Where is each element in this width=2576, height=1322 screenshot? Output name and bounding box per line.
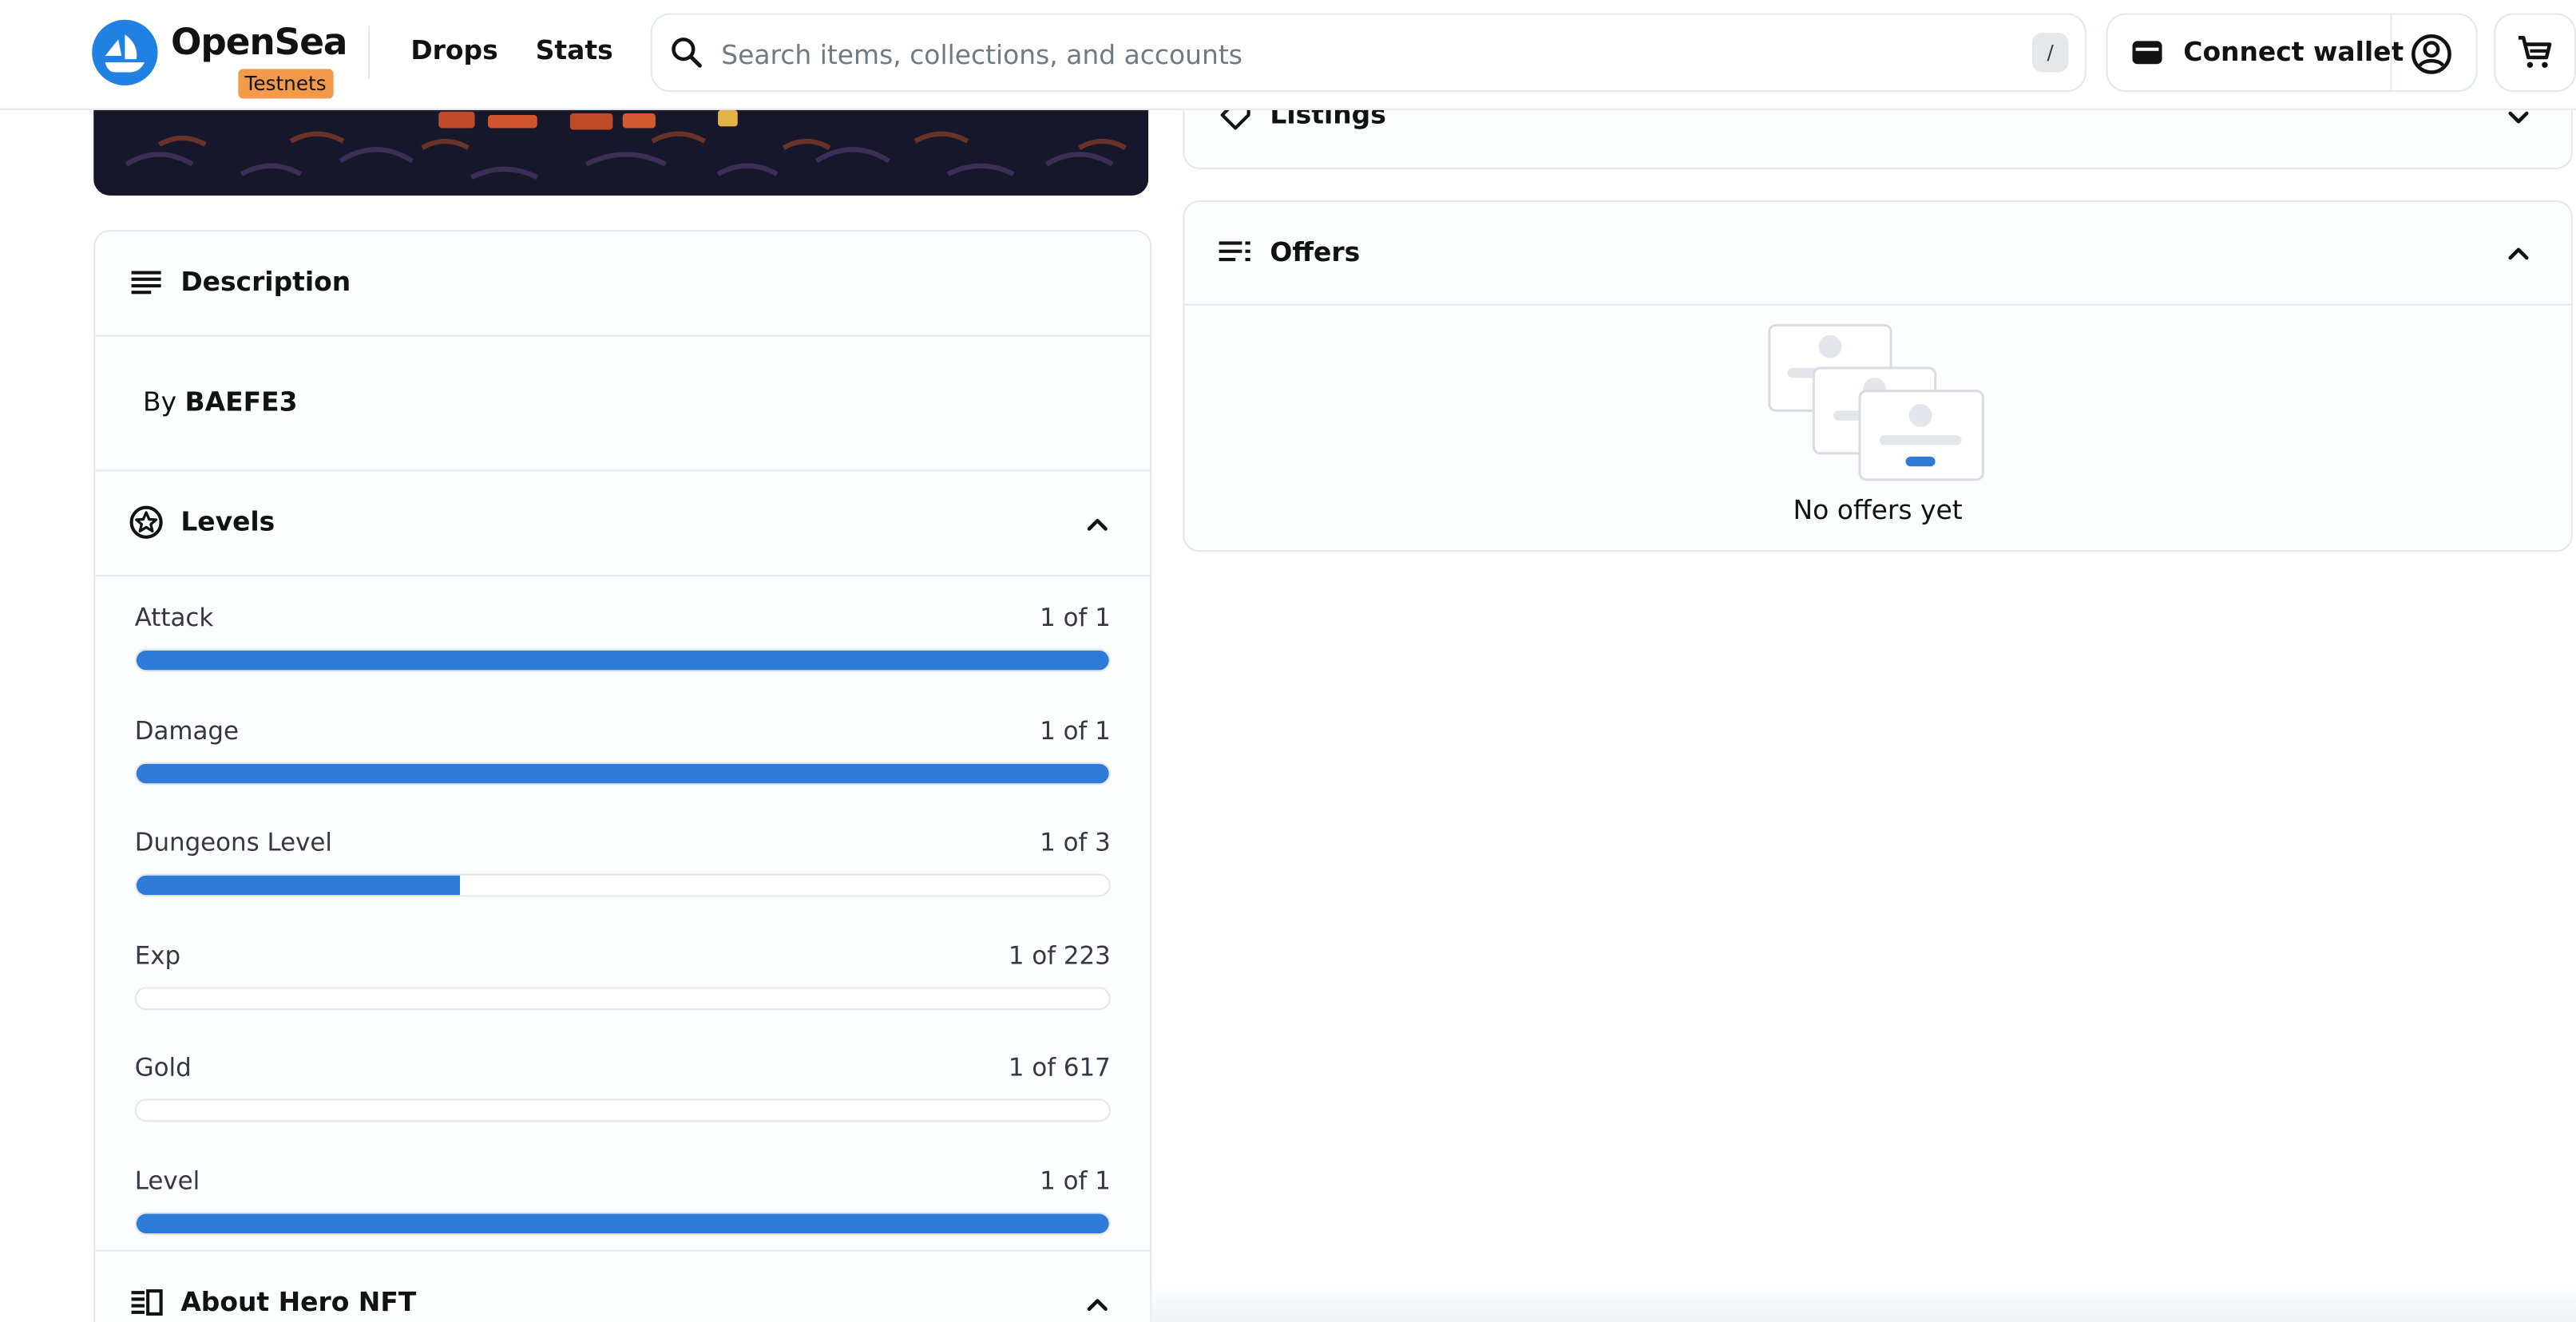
level-value: 1 of 3 [1040,827,1111,857]
search-input[interactable] [718,31,2007,77]
creator-link[interactable]: BAEFE3 [185,386,298,417]
level-bar [134,873,1111,897]
level-bar-fill [136,763,1109,784]
opensea-boat-icon [105,34,145,73]
about-title: About Hero NFT [180,1285,417,1318]
levels-title: Levels [180,505,275,537]
level-name: Attack [134,603,214,633]
level-value: 1 of 223 [1008,940,1111,971]
star-circle-icon [129,505,163,539]
account-circle-icon[interactable] [2410,33,2452,75]
level-bar-fill [136,1213,1109,1234]
level-value: 1 of 617 [1008,1052,1111,1083]
search-bar[interactable]: / [650,13,2087,93]
by-prefix: By [142,386,177,418]
level-value: 1 of 1 [1040,603,1111,633]
cart-button[interactable] [2494,13,2576,93]
opensea-logo[interactable] [92,19,158,85]
level-row-gold: Gold 1 of 617 [134,1052,1111,1142]
level-row-level: Level 1 of 1 [134,1166,1111,1255]
chevron-up-icon[interactable] [1081,508,1114,540]
chevron-up-icon[interactable] [1081,1288,1114,1320]
article-icon [131,1289,163,1316]
cart-icon [2518,36,2552,68]
empty-offers-illustration [1768,323,1984,481]
level-bar [134,1098,1111,1122]
level-row-attack: Attack 1 of 1 [134,603,1111,691]
bottom-shadow [1150,1280,2576,1322]
level-name: Gold [134,1052,192,1083]
testnets-badge: Testnets [238,69,333,99]
level-name: Dungeons Level [134,827,332,857]
offers-title: Offers [1270,236,1361,268]
logo-text[interactable]: OpenSea [171,23,347,64]
top-nav-bar: OpenSea Testnets Drops Stats / Connect w… [0,0,2576,110]
offers-section: Offers No offers yet [1183,200,2573,552]
list-icon [1219,241,1250,262]
level-name: Level [134,1166,200,1196]
nav-stats[interactable]: Stats [536,34,613,65]
chevron-up-icon[interactable] [2502,236,2534,269]
nav-drops[interactable]: Drops [410,34,497,65]
level-bar [134,987,1111,1011]
wallet-icon [2132,41,2162,65]
level-row-damage: Damage 1 of 1 [134,716,1111,805]
level-name: Exp [134,940,181,971]
connect-wallet-label: Connect wallet [2183,36,2404,68]
connect-wallet-button[interactable]: Connect wallet [2106,13,2478,93]
no-offers-text: No offers yet [1793,494,1963,526]
level-name: Damage [134,716,239,746]
description-header[interactable]: Description [95,232,1151,337]
level-bar-fill [136,875,461,896]
search-icon [672,38,702,68]
level-row-exp: Exp 1 of 223 [134,940,1111,1030]
levels-header[interactable]: Levels [95,469,1151,577]
level-bar-fill [136,650,1109,671]
level-bar [134,762,1111,786]
description-title: Description [180,266,351,298]
creator-line: By BAEFE3 [143,386,297,417]
level-value: 1 of 1 [1040,1166,1111,1196]
details-panel: Description By BAEFE3 Levels Attack 1 of… [93,230,1152,1322]
description-lines-icon [131,271,161,295]
header-divider [367,26,370,79]
level-bar [134,1212,1111,1236]
wallet-divider [2390,14,2392,91]
search-shortcut-badge: / [2032,33,2069,73]
level-value: 1 of 1 [1040,716,1111,746]
level-bar [134,648,1111,672]
offers-header[interactable]: Offers [1184,202,2571,306]
about-header[interactable]: About Hero NFT [95,1249,1151,1322]
level-row-dungeons-level: Dungeons Level 1 of 3 [134,827,1111,916]
